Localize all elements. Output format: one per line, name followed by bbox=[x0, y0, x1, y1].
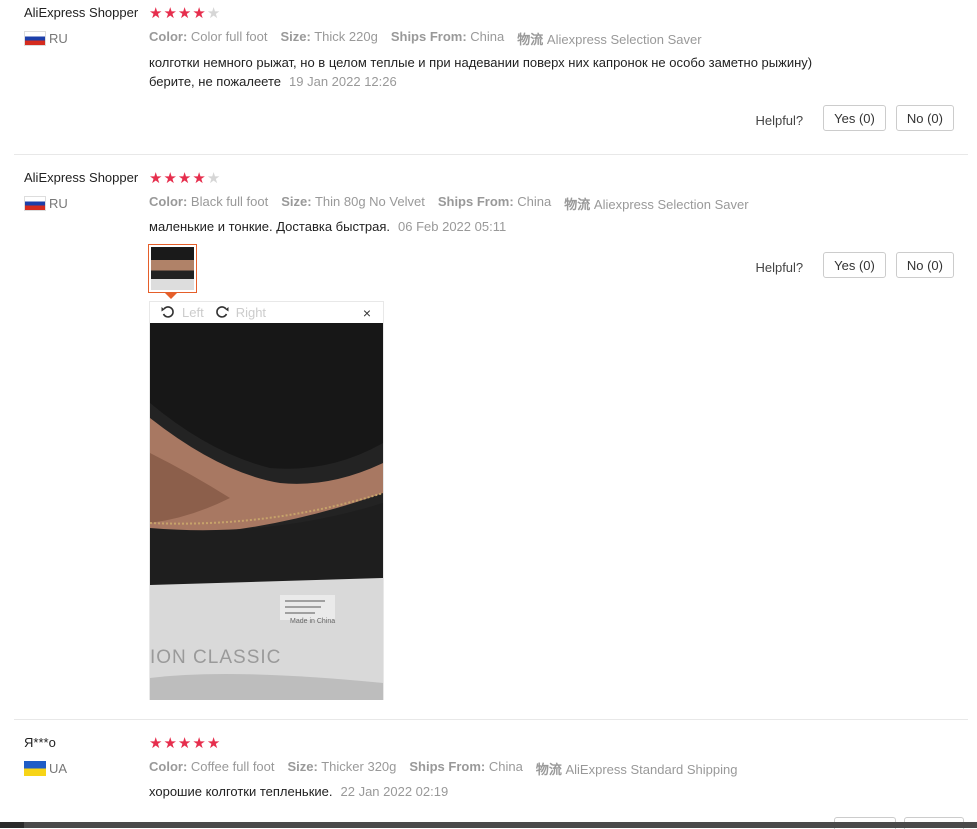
star-filled-icon: ★ bbox=[177, 735, 192, 752]
star-filled-icon: ★ bbox=[149, 5, 163, 22]
helpful-yes-button[interactable]: Yes (0) bbox=[823, 252, 886, 278]
rotate-right-button[interactable]: Right bbox=[214, 304, 266, 320]
star-filled-icon: ★ bbox=[149, 170, 163, 187]
photo-brand-text: ION CLASSIC bbox=[150, 647, 281, 668]
photo-viewer: Left Right × Made in China ION CLASSIC bbox=[149, 301, 384, 700]
rotate-right-icon bbox=[215, 306, 229, 318]
country-code: RU bbox=[49, 196, 68, 211]
rating-stars: ★ ★ ★ ★ ★ bbox=[149, 171, 220, 186]
attr-ships-from: Ships From: China bbox=[437, 194, 552, 209]
star-filled-icon: ★ bbox=[177, 170, 192, 187]
attr-logistics: 物流 Aliexpress Selection Saver bbox=[564, 197, 749, 212]
review-attributes: Color: Black full foot Size: Thin 80g No… bbox=[149, 194, 762, 213]
star-filled-icon: ★ bbox=[163, 5, 177, 22]
attr-size: Size: Thin 80g No Velvet bbox=[281, 194, 425, 209]
package-label: Made in China bbox=[290, 618, 335, 625]
rotate-left-icon bbox=[161, 306, 174, 318]
viewer-toolbar: Left Right bbox=[150, 302, 383, 322]
helpful-no-button[interactable]: No (0) bbox=[895, 105, 954, 131]
star-filled-icon: ★ bbox=[163, 735, 177, 752]
review-date: 19 Jan 2022 12:26 bbox=[289, 74, 397, 89]
review-text-line: хорошие колготки тепленькие. bbox=[149, 784, 333, 799]
star-filled-icon: ★ bbox=[192, 170, 206, 187]
ukraine-flag-icon bbox=[24, 761, 46, 776]
thumbnail-pointer bbox=[165, 293, 177, 299]
review-text-line: колготки немного рыжат, но в целом теплы… bbox=[149, 55, 813, 70]
review-photo-thumbnail[interactable] bbox=[148, 244, 197, 293]
country-code: RU bbox=[49, 31, 68, 46]
attr-color: Color: Coffee full foot bbox=[149, 759, 275, 774]
review-attributes: Color: Color full foot Size: Thick 220g … bbox=[149, 29, 715, 48]
review-text: маленькие и тонкие. Доставка быстрая. 06 … bbox=[149, 217, 506, 236]
review-text-line: берите, не пожалеете bbox=[149, 74, 282, 89]
attr-size: Size: Thicker 320g bbox=[287, 759, 397, 774]
reviewer-name[interactable]: Я***о bbox=[24, 735, 56, 750]
reviewer-name[interactable]: AliExpress Shopper bbox=[24, 170, 138, 185]
review-text-line: маленькие и тонкие. Доставка быстрая. bbox=[149, 219, 391, 234]
attr-ships-from: Ships From: China bbox=[390, 29, 505, 44]
review-text: колготки немного рыжат, но в целом теплы… bbox=[149, 53, 812, 91]
star-filled-icon: ★ bbox=[206, 735, 221, 752]
star-filled-icon: ★ bbox=[192, 5, 206, 22]
reviewer-name[interactable]: AliExpress Shopper bbox=[24, 5, 138, 20]
star-filled-icon: ★ bbox=[163, 170, 177, 187]
reviewer-country: RU bbox=[24, 31, 68, 46]
attr-size: Size: Thick 220g bbox=[280, 29, 378, 44]
star-empty-icon: ★ bbox=[206, 170, 221, 187]
window-bottom-edge bbox=[0, 822, 977, 828]
star-filled-icon: ★ bbox=[149, 735, 163, 752]
reviewer-country: UA bbox=[24, 761, 67, 776]
rating-stars: ★ ★ ★ ★ ★ bbox=[149, 736, 220, 751]
helpful-no-button[interactable]: No (0) bbox=[895, 252, 954, 278]
attr-color: Color: Color full foot bbox=[149, 29, 268, 44]
helpful-controls: Helpful? Yes (0) No (0) bbox=[755, 252, 954, 278]
attr-color: Color: Black full foot bbox=[149, 194, 269, 209]
star-filled-icon: ★ bbox=[192, 735, 206, 752]
review-date: 22 Jan 2022 02:19 bbox=[340, 784, 449, 799]
review-divider bbox=[14, 719, 968, 720]
close-icon[interactable]: × bbox=[363, 305, 371, 321]
review-divider bbox=[14, 154, 968, 155]
helpful-controls: Helpful? Yes (0) No (0) bbox=[755, 105, 954, 131]
helpful-label: Helpful? bbox=[755, 259, 804, 275]
helpful-yes-button[interactable]: Yes (0) bbox=[823, 105, 886, 131]
star-empty-icon: ★ bbox=[206, 5, 221, 22]
country-code: UA bbox=[49, 761, 68, 776]
attr-ships-from: Ships From: China bbox=[409, 759, 523, 774]
review-date: 06 Feb 2022 05:11 bbox=[398, 219, 507, 234]
russia-flag-icon bbox=[24, 196, 46, 211]
review-photo: Made in China ION CLASSIC bbox=[150, 323, 383, 700]
rotate-left-button[interactable]: Left bbox=[160, 304, 204, 320]
attr-logistics: 物流 AliExpress Standard Shipping bbox=[535, 762, 738, 777]
review-attributes: Color: Coffee full foot Size: Thicker 32… bbox=[149, 759, 750, 778]
helpful-label: Helpful? bbox=[755, 112, 804, 128]
review-text: хорошие колготки тепленькие. 22 Jan 2022 … bbox=[149, 782, 448, 801]
russia-flag-icon bbox=[24, 31, 46, 46]
reviewer-country: RU bbox=[24, 196, 68, 211]
rating-stars: ★ ★ ★ ★ ★ bbox=[149, 6, 220, 21]
attr-logistics: 物流 Aliexpress Selection Saver bbox=[517, 32, 702, 47]
star-filled-icon: ★ bbox=[177, 5, 192, 22]
